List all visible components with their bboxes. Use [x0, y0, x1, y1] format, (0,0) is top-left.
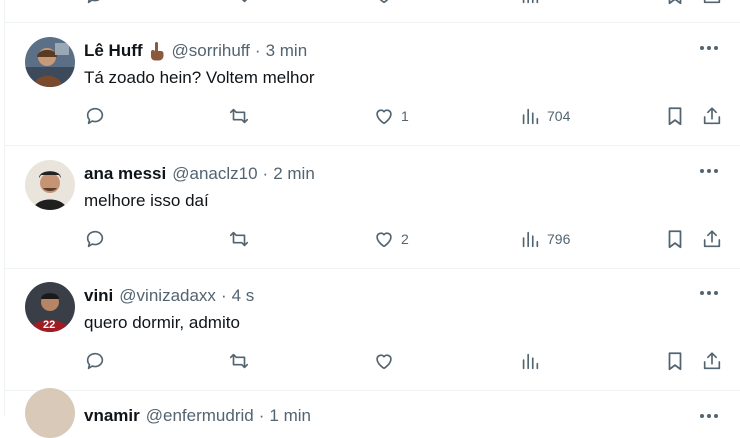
reply-icon: [87, 0, 100, 4]
reply-icon: [86, 107, 104, 125]
like-count: 1: [401, 108, 409, 124]
previous-tweet-actions: [84, 0, 726, 12]
avatar[interactable]: 22: [25, 282, 75, 332]
retweet-button[interactable]: [228, 344, 256, 378]
avatar[interactable]: [25, 37, 75, 87]
more-options-button[interactable]: [698, 283, 720, 303]
views-button[interactable]: [519, 0, 541, 12]
like-icon: [376, 232, 392, 248]
timestamp[interactable]: 1 min: [269, 406, 311, 426]
more-icon: [700, 169, 718, 173]
tweet-actions: 2 796: [84, 222, 726, 256]
more-options-button[interactable]: [698, 161, 720, 181]
middle-finger-emoji: [148, 41, 166, 61]
reply-button[interactable]: [84, 344, 112, 378]
next-tweet-header-partial: vnamir @enfermudrid · 1 min: [84, 406, 311, 426]
separator-dot: ·: [262, 164, 269, 183]
tweet[interactable]: 22 vini @vinizadaxx · 4 s quero dormir, …: [5, 268, 740, 391]
share-button[interactable]: [701, 99, 723, 133]
views-button[interactable]: 704: [519, 99, 570, 133]
views-button[interactable]: 796: [519, 222, 570, 256]
share-icon: [703, 230, 721, 248]
author-name[interactable]: Lê Huff: [84, 41, 143, 61]
timestamp[interactable]: 3 min: [266, 41, 308, 61]
author-name[interactable]: ana messi: [84, 164, 166, 184]
share-button[interactable]: [701, 222, 723, 256]
more-icon: [700, 46, 718, 50]
view-count: 704: [547, 108, 571, 124]
tweet-header: vini @vinizadaxx · 4 s: [84, 286, 254, 306]
like-icon: [376, 354, 392, 370]
retweet-button[interactable]: [228, 0, 250, 12]
author-handle[interactable]: @anaclz10: [172, 164, 257, 184]
timestamp[interactable]: 4 s: [232, 286, 255, 306]
author-handle[interactable]: @enfermudrid: [146, 406, 254, 426]
tweet-header: Lê Huff @sorrihuff · 3 min: [84, 41, 307, 61]
timeline-feed: Lê Huff @sorrihuff · 3 min Tá zoado hein…: [4, 0, 740, 438]
reply-button[interactable]: [84, 99, 112, 133]
tweet[interactable]: ana messi @anaclz10 · 2 min melhore isso…: [5, 146, 740, 269]
like-icon: [379, 0, 389, 4]
tweet-actions: [84, 344, 726, 378]
like-button[interactable]: [373, 344, 401, 378]
share-button[interactable]: [701, 0, 723, 12]
separator-dot: ·: [258, 406, 265, 425]
reply-icon: [86, 230, 104, 248]
like-button[interactable]: 2: [373, 222, 409, 256]
reply-button[interactable]: [84, 222, 112, 256]
view-count: 796: [547, 231, 571, 247]
views-icon: [522, 108, 539, 125]
share-icon: [703, 0, 721, 4]
avatar[interactable]: [25, 160, 75, 210]
svg-text:22: 22: [43, 319, 55, 331]
bookmark-icon: [668, 352, 682, 371]
previous-tweet-partial[interactable]: [5, 0, 740, 23]
views-icon: [522, 0, 539, 4]
like-button[interactable]: 1: [373, 99, 409, 133]
retweet-icon: [229, 231, 249, 247]
tweet-text: Tá zoado hein? Voltem melhor: [84, 68, 315, 87]
bookmark-button[interactable]: [664, 344, 686, 378]
separator-dot: ·: [254, 41, 261, 60]
author-name[interactable]: vini: [84, 286, 113, 306]
views-button[interactable]: [519, 344, 547, 378]
like-button[interactable]: [373, 0, 395, 12]
tweet[interactable]: Lê Huff @sorrihuff · 3 min Tá zoado hein…: [5, 23, 740, 146]
bookmark-icon: [668, 0, 682, 5]
tweet-actions: 1 704: [84, 99, 726, 133]
separator-dot: ·: [220, 286, 227, 305]
like-count: 2: [401, 231, 409, 247]
views-icon: [522, 231, 539, 248]
avatar[interactable]: [25, 388, 75, 438]
more-icon: [700, 291, 718, 295]
timestamp[interactable]: 2 min: [273, 164, 315, 184]
bookmark-icon: [668, 230, 682, 249]
reply-icon: [86, 352, 104, 370]
retweet-button[interactable]: [228, 222, 256, 256]
views-icon: [522, 353, 539, 370]
bookmark-button[interactable]: [664, 0, 686, 12]
retweet-icon: [229, 108, 249, 124]
share-icon: [703, 107, 721, 125]
reply-button[interactable]: [84, 0, 106, 12]
retweet-button[interactable]: [228, 99, 256, 133]
tweet-header: ana messi @anaclz10 · 2 min: [84, 164, 315, 184]
share-icon: [703, 352, 721, 370]
bookmark-icon: [668, 107, 682, 126]
author-handle[interactable]: @sorrihuff: [172, 41, 250, 61]
more-options-button[interactable]: [698, 38, 720, 58]
bookmark-button[interactable]: [664, 99, 686, 133]
tweet-text: quero dormir, admito: [84, 313, 240, 332]
bookmark-button[interactable]: [664, 222, 686, 256]
retweet-icon: [229, 353, 249, 369]
retweet-icon: [241, 0, 248, 3]
author-handle[interactable]: @vinizadaxx: [119, 286, 216, 306]
like-icon: [376, 109, 392, 125]
more-icon: [700, 414, 718, 418]
more-options-button[interactable]: [698, 406, 720, 426]
share-button[interactable]: [701, 344, 723, 378]
author-name[interactable]: vnamir: [84, 406, 140, 426]
tweet-text: melhore isso daí: [84, 191, 209, 210]
